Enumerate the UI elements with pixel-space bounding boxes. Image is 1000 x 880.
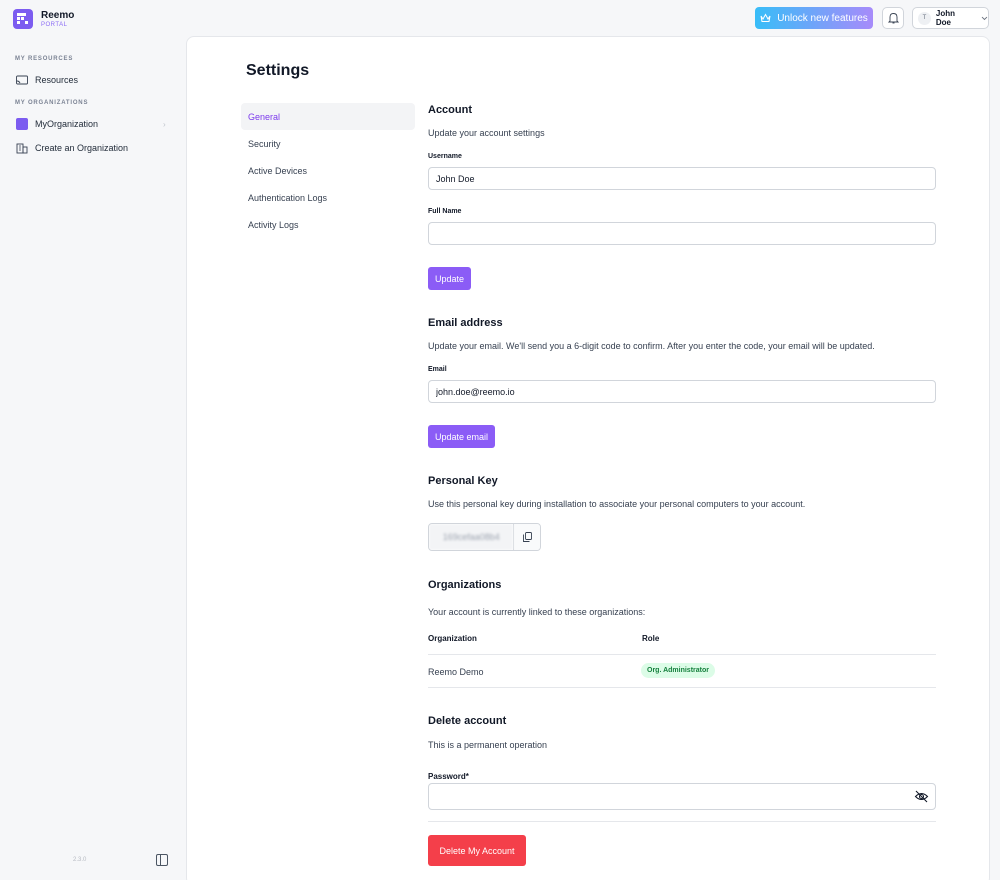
- app-version: 2.3.0: [73, 857, 87, 863]
- building-icon: [16, 142, 28, 154]
- sidebar-item-label: Create an Organization: [35, 143, 129, 153]
- sidebar-section-resources: MY RESOURCES: [15, 56, 74, 62]
- delete-account-button[interactable]: Delete My Account: [428, 835, 526, 866]
- reemo-logo-icon: [13, 9, 33, 29]
- table-header-organization: Organization: [428, 634, 477, 643]
- screen-cast-icon: [16, 74, 28, 86]
- personal-key-subtitle: Use this personal key during installatio…: [428, 499, 806, 509]
- email-label: Email: [428, 366, 447, 373]
- full-name-field[interactable]: [428, 222, 936, 245]
- email-section-subtitle: Update your email. We'll send you a 6-di…: [428, 341, 875, 351]
- brand-subtitle: PORTAL: [41, 21, 68, 28]
- organizations-subtitle: Your account is currently linked to thes…: [428, 607, 646, 617]
- tab-active-devices[interactable]: Active Devices: [241, 157, 415, 184]
- personal-key-field: 169cefaa08b4: [428, 523, 541, 551]
- email-field[interactable]: [428, 380, 936, 403]
- organizations-section-title: Organizations: [428, 579, 502, 591]
- account-section-subtitle: Update your account settings: [428, 128, 545, 138]
- email-section-title: Email address: [428, 317, 503, 329]
- delete-account-subtitle: This is a permanent operation: [428, 740, 548, 750]
- sidebar-item-create-organization[interactable]: Create an Organization: [16, 142, 128, 154]
- tab-authentication-logs[interactable]: Authentication Logs: [241, 184, 415, 211]
- table-divider: [428, 654, 936, 655]
- copy-icon: [522, 532, 532, 542]
- full-name-label: Full Name: [428, 208, 462, 215]
- page-title: Settings: [246, 62, 310, 79]
- username-label: Username: [428, 153, 462, 160]
- chevron-down-icon: [981, 16, 988, 20]
- eye-off-icon[interactable]: [914, 789, 929, 804]
- table-cell-organization: Reemo Demo: [428, 667, 484, 677]
- sidebar-item-myorganization[interactable]: MyOrganization: [16, 118, 98, 130]
- chevron-right-icon: ›: [163, 120, 166, 129]
- tab-security[interactable]: Security: [241, 130, 415, 157]
- brand[interactable]: Reemo PORTAL: [13, 9, 74, 29]
- copy-key-button[interactable]: [513, 524, 540, 550]
- role-badge: Org. Administrator: [641, 663, 715, 678]
- unlock-features-label: Unlock new features: [777, 12, 868, 24]
- table-divider: [428, 687, 936, 688]
- user-menu-button[interactable]: T John Doe: [912, 7, 989, 29]
- sidebar-item-label: Resources: [35, 75, 79, 85]
- password-field[interactable]: [428, 783, 936, 810]
- password-label: Password*: [428, 772, 469, 781]
- bell-icon: [887, 13, 899, 24]
- sidebar-item-label: MyOrganization: [35, 119, 99, 129]
- update-email-button[interactable]: Update email: [428, 425, 496, 448]
- brand-name: Reemo: [41, 9, 75, 21]
- table-header-role: Role: [642, 634, 660, 643]
- notifications-button[interactable]: [882, 7, 904, 29]
- crown-icon: [760, 13, 771, 22]
- sidebar-item-resources[interactable]: Resources: [16, 74, 78, 86]
- tab-activity-logs[interactable]: Activity Logs: [241, 211, 415, 238]
- unlock-features-button[interactable]: Unlock new features: [755, 7, 873, 29]
- user-name: John Doe: [935, 9, 955, 27]
- delete-account-section-title: Delete account: [428, 715, 507, 727]
- account-section-title: Account: [428, 104, 472, 116]
- personal-key-section-title: Personal Key: [428, 475, 498, 487]
- collapse-sidebar-icon[interactable]: [156, 854, 168, 866]
- organization-logo-icon: [16, 118, 28, 130]
- personal-key-value: 169cefaa08b4: [429, 524, 514, 550]
- sidebar-section-organizations: MY ORGANIZATIONS: [15, 100, 89, 106]
- username-field[interactable]: [428, 167, 936, 190]
- form-divider: [428, 821, 936, 822]
- update-account-button[interactable]: Update: [428, 267, 472, 290]
- avatar: T: [918, 11, 931, 25]
- tab-general[interactable]: General: [241, 103, 415, 130]
